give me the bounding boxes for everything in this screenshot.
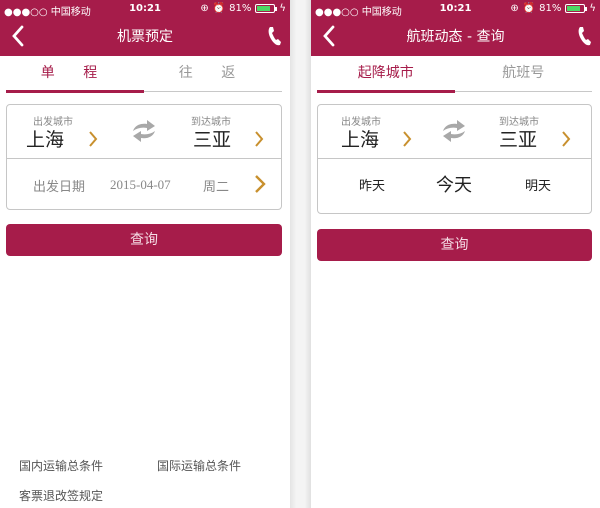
navigation-bar: 机票预定 [0, 18, 290, 56]
route-row: 出发城市 上海 到达城市 三亚 [7, 105, 281, 159]
top-bar: ●●●○○ 中国移动 10:21 ⊕ ⏰ 81% ϟ 航班动态 - 查询 [311, 0, 600, 56]
chevron-left-icon[interactable] [319, 23, 339, 49]
chevron-right-icon[interactable] [560, 129, 572, 149]
to-city[interactable]: 三亚 [499, 125, 537, 152]
chevron-right-icon[interactable] [253, 129, 265, 149]
charging-icon: ϟ [589, 3, 596, 14]
battery-percent: 81% [539, 3, 562, 14]
flight-status-screen: ●●●○○ 中国移动 10:21 ⊕ ⏰ 81% ϟ 航班动态 - 查询 起降城… [311, 0, 600, 508]
trip-type-tabs: 单 程 往 返 [6, 56, 282, 94]
domestic-transport-terms-link[interactable]: 国内运输总条件 [19, 457, 103, 474]
tab-label: 航班号 [502, 65, 545, 81]
swap-arrows-icon[interactable] [439, 117, 469, 145]
status-bar: ●●●○○ 中国移动 10:21 ⊕ ⏰ 81% ϟ [0, 0, 290, 18]
swap-arrows-icon[interactable] [129, 117, 159, 145]
tab-one-way[interactable]: 单 程 [6, 56, 144, 92]
phone-icon[interactable] [266, 24, 284, 48]
tab-by-city[interactable]: 起降城市 [317, 56, 455, 92]
departure-date-label: 出发日期 [33, 180, 86, 195]
alarm-icon: ⏰ [212, 3, 226, 14]
departure-date-value: 2015-04-07 [110, 177, 171, 192]
search-button[interactable]: 查询 [6, 224, 282, 256]
tab-active-indicator [317, 90, 455, 93]
rotation-lock-icon: ⊕ [200, 3, 209, 14]
departure-date-row[interactable]: 出发日期 2015-04-07 周二 [7, 159, 281, 211]
departure-weekday: 周二 [203, 180, 230, 195]
top-bar: ●●●○○ 中国移动 10:21 ⊕ ⏰ 81% ϟ 机票预定 [0, 0, 290, 56]
page-title: 机票预定 [117, 29, 173, 45]
tab-round-trip[interactable]: 往 返 [144, 56, 282, 92]
route-row: 出发城市 上海 到达城市 三亚 [318, 105, 591, 159]
search-mode-tabs: 起降城市 航班号 [317, 56, 592, 94]
to-city[interactable]: 三亚 [193, 125, 231, 152]
page-title: 航班动态 - 查询 [406, 29, 505, 45]
battery-percent: 81% [229, 3, 252, 14]
international-transport-terms-link[interactable]: 国际运输总条件 [157, 457, 241, 474]
battery-icon [565, 4, 588, 13]
phone-icon[interactable] [576, 24, 594, 48]
tab-active-indicator [6, 90, 144, 93]
status-bar: ●●●○○ 中国移动 10:21 ⊕ ⏰ 81% ϟ [311, 0, 600, 18]
from-city[interactable]: 上海 [26, 125, 64, 152]
alarm-icon: ⏰ [522, 3, 536, 14]
chevron-right-icon[interactable] [87, 129, 99, 149]
navigation-bar: 航班动态 - 查询 [311, 18, 600, 56]
from-city[interactable]: 上海 [341, 125, 379, 152]
battery-icon [255, 4, 278, 13]
day-option-today[interactable]: 今天 [436, 171, 472, 197]
tab-label: 起降城市 [357, 65, 414, 81]
tab-label: 往 返 [178, 65, 248, 81]
charging-icon: ϟ [279, 3, 286, 14]
search-form-card: 出发城市 上海 到达城市 三亚 出发日期 2015-04-07 周二 [6, 104, 282, 210]
tab-by-flight-number[interactable]: 航班号 [455, 56, 593, 92]
chevron-left-icon[interactable] [8, 23, 28, 49]
chevron-right-icon[interactable] [253, 173, 267, 195]
chevron-right-icon[interactable] [401, 129, 413, 149]
booking-screen: ●●●○○ 中国移动 10:21 ⊕ ⏰ 81% ϟ 机票预定 单 程 往 返 … [0, 0, 290, 508]
search-button[interactable]: 查询 [317, 229, 592, 261]
day-option-tomorrow[interactable]: 明天 [525, 175, 551, 194]
screen-divider [290, 0, 311, 508]
rotation-lock-icon: ⊕ [510, 3, 519, 14]
search-form-card: 出发城市 上海 到达城市 三亚 昨天 今天 明天 [317, 104, 592, 214]
tab-label: 单 程 [40, 65, 110, 81]
ticket-change-rules-link[interactable]: 客票退改签规定 [19, 487, 103, 504]
day-option-yesterday[interactable]: 昨天 [359, 175, 385, 194]
